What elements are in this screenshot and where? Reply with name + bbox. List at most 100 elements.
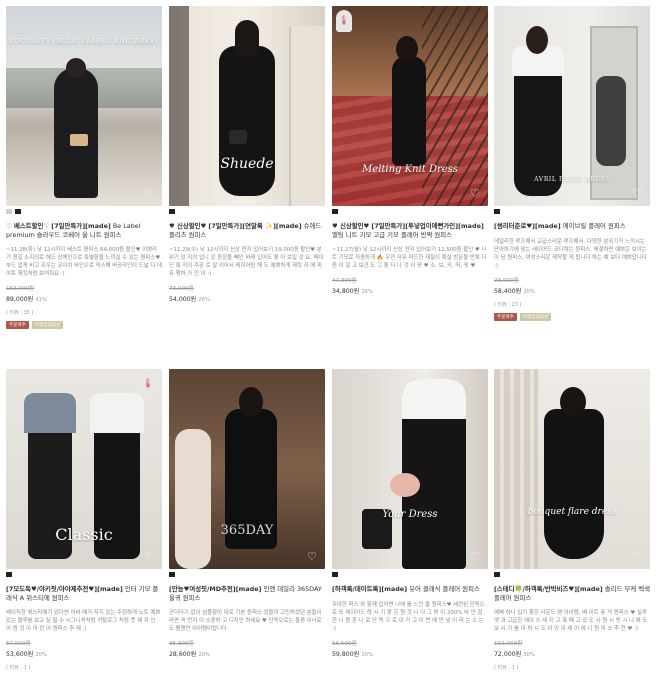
price-value: 34,800원: [332, 288, 360, 296]
original-price: 73,000원: [494, 277, 519, 284]
product-image[interactable]: Your Dress ♡: [332, 369, 488, 569]
product-card[interactable]: 🌡 Classic ♡ [7모도독♥/야키핏/아야제추전♥][made] 인터 …: [6, 369, 162, 671]
discount-pct: 41%: [35, 297, 47, 304]
heart-icon[interactable]: ♡: [144, 551, 156, 563]
title-bold: ♡ 베스트할인♡ [7일만특가][made]: [6, 222, 111, 230]
color-swatches: [332, 572, 488, 577]
swatch[interactable]: [6, 572, 12, 577]
original-price: 47,300원: [332, 278, 357, 285]
discount-pct: 26%: [198, 297, 210, 304]
swatch[interactable]: [6, 209, 12, 214]
price-value: 58,400원: [494, 287, 522, 295]
heart-icon[interactable]: ♡: [632, 188, 644, 200]
discount-pct: 20%: [523, 288, 535, 295]
title-bold: [하객룩/데이트룩][made]: [332, 585, 408, 593]
title-plain: 멜팅 니트 기모 고급 기모 플레어 반짝 원피스: [332, 230, 453, 239]
product-title[interactable]: ♥ 신상할인♥ [7일만특가][연말룩 ✨][made] 슈에드 플리츠 원피스: [169, 222, 325, 239]
sale-price: 53,600원 20%: [6, 649, 162, 658]
image-caption: bouquet flare dress: [527, 507, 617, 517]
image-caption: Melting Knit Dress: [362, 164, 458, 175]
swatch[interactable]: [332, 572, 338, 577]
color-swatches: [6, 572, 162, 577]
original-price: 153,000원: [6, 286, 35, 293]
sale-price: 59,800원 10%: [332, 649, 488, 658]
tag-list: 주문폭주 부분임의옵션: [6, 321, 162, 330]
title-bold: [썸리터준로♥][made]: [494, 222, 561, 230]
image-caption: AVRIL PLEAT DRESS: [534, 176, 610, 183]
product-image[interactable]: bouquet flare dress ♡: [494, 369, 650, 569]
discount-pct: 10%: [361, 651, 373, 658]
heart-icon[interactable]: ♡: [632, 551, 644, 563]
tag-option: 부분임의옵션: [519, 312, 552, 321]
product-image[interactable]: 365DAY ♡: [169, 369, 325, 569]
sale-price: 54,000원 26%: [169, 294, 325, 303]
product-grid: COCONUTS FROLIC CLASSIC KNIT DRESS ♡ ♡ 베…: [0, 0, 656, 681]
product-title[interactable]: [만능♥여성핏/MD추천][made] 인앤 데일리 365DAY 울귀 원피스: [169, 585, 325, 602]
product-card[interactable]: Your Dress ♡ [하객룩/데이트룩][made] 유어 클래식 플레어…: [332, 369, 488, 658]
product-desc: 군더더기 없이 심플함이 대로 기본 원피스 었을까 고민하셨던 분들이라면 꼭…: [169, 610, 322, 633]
original-price: 66,500원: [332, 640, 357, 647]
image-caption: 365DAY: [220, 523, 274, 538]
swatch[interactable]: [169, 572, 175, 577]
discount-pct: 30%: [523, 652, 535, 659]
heart-icon[interactable]: ♡: [470, 551, 482, 563]
product-title[interactable]: [스테디🍀/하객룩/반박비즈♥][made] 솔리드 부케 백색 플레어 원피스: [494, 585, 650, 602]
product-desc: ~11.29(수) 낮 12시까지 신상 연지 입어보기 19,000원 할인♥…: [169, 247, 324, 278]
color-swatches: [169, 209, 325, 214]
product-card[interactable]: Shuede ♡ ♥ 신상할인♥ [7일만특가][연말룩 ✨][made] 슈에…: [169, 6, 325, 303]
heart-icon[interactable]: ♡: [470, 188, 482, 200]
title-plain: 에이브릴 플레어 원피스: [560, 222, 626, 230]
price-value: 72,000원: [494, 651, 522, 659]
image-caption: Your Dress: [382, 509, 438, 520]
product-title[interactable]: ♥ 신상할인♥ [7일만특가][투넣업이에뻔가인][made] 멜팅 니트 기모…: [332, 222, 488, 239]
title-bold: [스테디🍀/하객룩/반박비즈♥][made]: [494, 585, 603, 593]
price-value: 54,000원: [169, 296, 197, 304]
product-desc: ~11.27(월) 낮 12시까지 신상 연지 입어보기 12,500원 할인 …: [332, 247, 487, 270]
thermometer-icon: 🌡: [140, 373, 156, 395]
product-image[interactable]: AVRIL PLEAT DRESS ♡: [494, 6, 650, 206]
price-value: 28,600원: [169, 651, 197, 659]
heart-icon[interactable]: ♡: [307, 551, 319, 563]
product-title[interactable]: [하객룩/데이트룩][made] 유어 클래식 플레어 원피스: [332, 585, 488, 594]
price-value: 89,000원: [6, 296, 34, 304]
product-image[interactable]: COCONUTS FROLIC CLASSIC KNIT DRESS ♡: [6, 6, 162, 206]
product-card[interactable]: COCONUTS FROLIC CLASSIC KNIT DRESS ♡ ♡ 베…: [6, 6, 162, 330]
product-image[interactable]: 🌡 Classic ♡: [6, 369, 162, 569]
title-bold: [7모도독♥/야키핏/아야제추전♥][made]: [6, 585, 123, 593]
product-card[interactable]: AVRIL PLEAT DRESS ♡ [썸리터준로♥][made] 에이브릴 …: [494, 6, 650, 321]
product-card[interactable]: 365DAY ♡ [만능♥여성핏/MD추천][made] 인앤 데일리 365D…: [169, 369, 325, 658]
product-desc: 베이직한 뷔스티에가 있다면 어바 때가 자지 있는 주정하게 노트 예쁘 있는…: [6, 610, 161, 633]
swatch[interactable]: [169, 209, 175, 214]
discount-pct: 20%: [198, 652, 210, 659]
product-desc: ~11.28(화) 낮 12시까지 베스트 원피스 64,000원 할인♥ 이쁘…: [6, 247, 162, 278]
swatch[interactable]: [494, 572, 500, 577]
product-image[interactable]: Shuede ♡: [169, 6, 325, 206]
discount-pct: 26%: [361, 289, 373, 296]
product-title[interactable]: [7모도독♥/야키핏/아야제추전♥][made] 인터 기모 플래식 A 위스티…: [6, 585, 162, 602]
swatch[interactable]: [332, 209, 338, 214]
tag-hot: 주문폭주: [6, 321, 29, 330]
heart-icon[interactable]: ♡: [144, 188, 156, 200]
color-swatches: [494, 209, 650, 214]
product-desc: 우아한 퍼스 와 함께 입어면 나에 를 느낀 울 원피스♥ 세련된 단독으로 …: [332, 601, 485, 632]
image-caption: Shuede: [220, 156, 274, 172]
original-price: 67,000원: [6, 641, 31, 648]
review-count: ( 리뷰 : 1 ): [494, 665, 519, 672]
product-image[interactable]: 🌡 Melting Knit Dress ♡: [332, 6, 488, 206]
price-value: 59,800원: [332, 650, 360, 658]
product-card[interactable]: 🌡 Melting Knit Dress ♡ ♥ 신상할인♥ [7일만특가][투…: [332, 6, 488, 295]
original-price: 73,000원: [169, 286, 194, 293]
color-swatches: [169, 572, 325, 577]
product-title[interactable]: ♡ 베스트할인♡ [7일만특가][made] Be Label premium …: [6, 222, 162, 239]
product-card[interactable]: bouquet flare dress ♡ [스테디🍀/하객룩/반박비즈♥][m…: [494, 369, 650, 671]
swatch[interactable]: [15, 209, 21, 214]
thermometer-icon: 🌡: [336, 10, 352, 32]
product-desc: 예뻐 하나 입기 좋은 사운드 팬 아이템, 베 이트 퓨 져 원피스 ♥ 실루…: [494, 610, 648, 633]
title-bold: ♥ 신상할인♥ [7일만특가][연말룩 ✨][made]: [169, 222, 302, 230]
original-price: 102,000원: [494, 641, 523, 648]
product-title[interactable]: [썸리터준로♥][made] 에이브릴 플레어 원피스: [494, 222, 650, 231]
image-caption: COCONUTS FROLIC CLASSIC KNIT DRESS: [9, 38, 159, 45]
swatch[interactable]: [494, 209, 500, 214]
title-bold: [만능♥여성핏/MD추천][made]: [169, 585, 262, 593]
heart-icon[interactable]: ♡: [307, 188, 319, 200]
